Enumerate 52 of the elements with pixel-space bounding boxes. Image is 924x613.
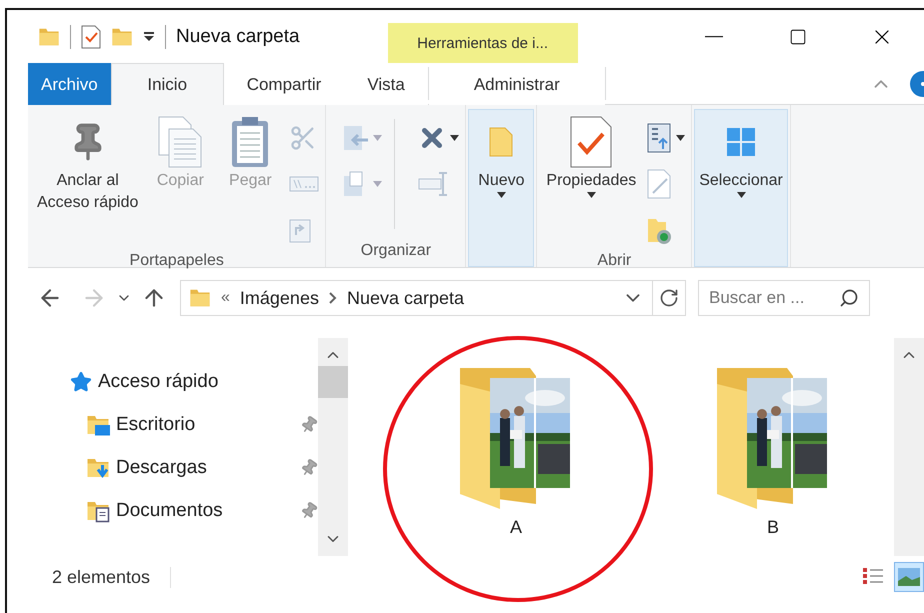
scrollbar[interactable] [894, 338, 924, 556]
checked-document-icon [569, 115, 614, 169]
grid-icon [726, 127, 756, 157]
details-icon [862, 567, 884, 587]
ribbon-tab[interactable]: Inicio [110, 63, 224, 105]
ribbon-button[interactable]: Anclar al Acceso rápido [32, 109, 144, 249]
sidebar-item[interactable]: Acceso rápido [98, 370, 318, 392]
clipboard-icon [230, 115, 270, 169]
ribbon-button[interactable]: Propiedades [541, 109, 642, 249]
checked-document-icon[interactable] [81, 24, 101, 48]
large-icons-view-button[interactable] [894, 562, 924, 592]
search-icon [839, 288, 859, 308]
ribbon-button[interactable]: Seleccionar [694, 109, 788, 267]
maximize-icon [789, 28, 807, 46]
item-count: 2 elementos [52, 566, 172, 588]
sidebar-item[interactable]: Escritorio [116, 414, 294, 436]
caret-icon [373, 181, 382, 187]
address-bar[interactable]: « Imágenes Nueva carpeta [180, 280, 686, 316]
caret-icon [496, 192, 506, 198]
file-item[interactable]: A [416, 338, 616, 538]
shortcut-icon [289, 217, 312, 243]
scrollbar[interactable] [318, 338, 348, 556]
edit-icon [647, 169, 674, 199]
minimize-icon [705, 36, 723, 38]
contextual-tab-header: Herramientas de i... [388, 23, 578, 63]
caret-icon [586, 192, 596, 198]
folder-icon [189, 287, 211, 309]
star-icon [70, 370, 92, 392]
search-field[interactable]: Buscar en ... [698, 280, 870, 316]
copy-icon [157, 115, 204, 169]
caret-icon [736, 192, 746, 198]
sidebar-item[interactable]: Documentos [116, 500, 294, 522]
sidebar-item[interactable]: Descargas [116, 456, 294, 478]
scroll-thumb[interactable] [318, 366, 348, 398]
window-title: Nueva carpeta [176, 26, 300, 48]
folder-icon [488, 126, 514, 158]
ribbon-button[interactable]: Nuevo [468, 109, 534, 267]
chevron-icon [328, 292, 337, 304]
customize-dropdown-icon[interactable] [143, 32, 155, 42]
refresh-icon[interactable] [659, 288, 679, 308]
caret-icon [373, 135, 382, 141]
group-label: Portapapeles [128, 251, 225, 271]
open-icon [647, 123, 674, 153]
move-icon [342, 124, 370, 152]
group-label: Abrir [596, 251, 632, 271]
large-icons-icon [897, 567, 921, 587]
ribbon-tab[interactable]: Archivo [28, 63, 111, 105]
group-label: Organizar [360, 241, 432, 261]
caret-icon [450, 135, 460, 141]
path-icon [289, 176, 320, 192]
caret-icon [676, 135, 686, 141]
file-item[interactable]: B [673, 338, 873, 538]
